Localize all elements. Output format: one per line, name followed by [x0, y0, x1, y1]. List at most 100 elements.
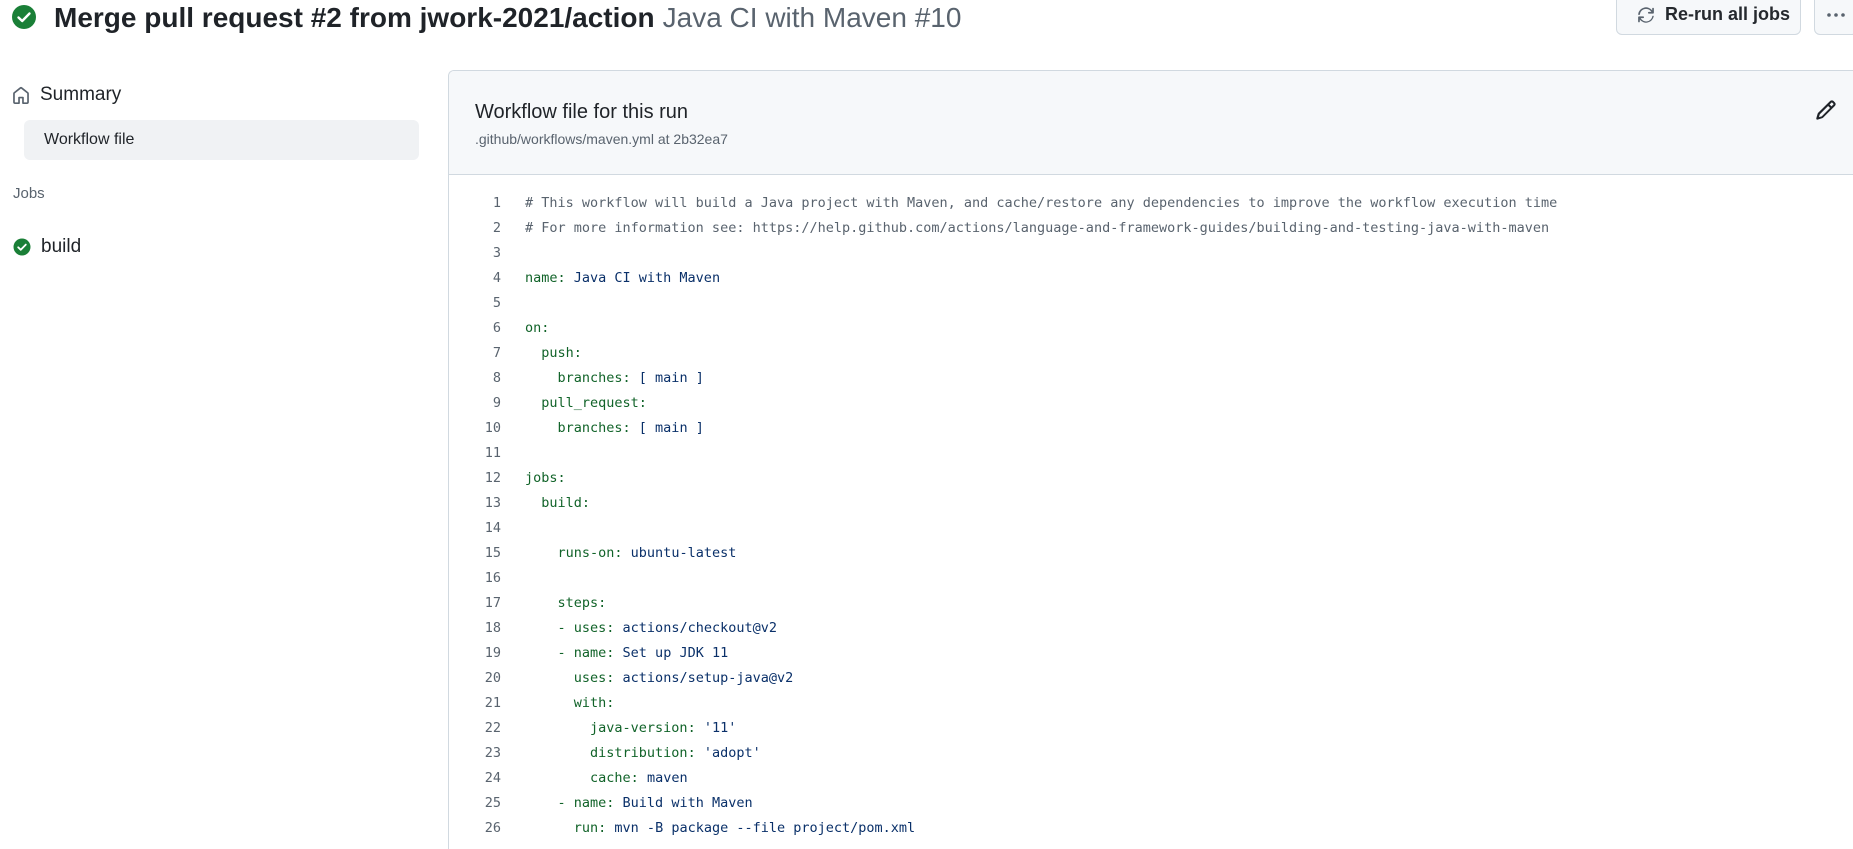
code-key: distribution:	[590, 745, 696, 761]
workflow-file-path: .github/workflows/maven.yml at 2b32ea7	[475, 131, 728, 147]
line-number: 20	[484, 670, 501, 686]
code-value: [ main ]	[630, 370, 704, 386]
line-number: 4	[492, 270, 501, 286]
code-line: 21 with:	[449, 691, 1853, 716]
kebab-horizontal-icon	[1827, 12, 1845, 17]
code-value: maven	[638, 770, 688, 786]
code-key: name:	[573, 795, 615, 811]
code-line: 1 # This workflow will build a Java proje…	[449, 191, 1853, 216]
line-text	[501, 441, 525, 466]
run-header: Merge pull request #2 from jwork-2021/ac…	[0, 0, 1853, 42]
code-key: jobs:	[525, 470, 566, 486]
code-line: 6 on:	[449, 316, 1853, 341]
sidebar-item-summary-label: Summary	[40, 84, 122, 105]
code-value: ubuntu-latest	[622, 545, 737, 561]
code-line: 13 build:	[449, 491, 1853, 516]
workflow-code: 1 # This workflow will build a Java proje…	[449, 191, 1853, 841]
code-line: 8 branches: [ main ]	[449, 366, 1853, 391]
code-key: pull_request:	[541, 395, 647, 411]
workflow-file-panel: Workflow file for this run .github/workf…	[448, 70, 1853, 849]
code-line: 4 name: Java CI with Maven	[449, 266, 1853, 291]
code-line: 23 distribution: 'adopt'	[449, 741, 1853, 766]
sidebar-item-summary[interactable]: Summary	[12, 84, 121, 106]
line-text: push:	[501, 341, 582, 366]
line-number: 18	[484, 620, 501, 636]
line-number: 14	[484, 520, 501, 536]
jobs-heading: Jobs	[13, 185, 45, 202]
code-comment: # This workflow will build a Java projec…	[525, 195, 1558, 211]
line-number: 22	[484, 720, 501, 736]
code-key: on:	[525, 320, 550, 336]
line-text	[501, 291, 525, 316]
code-line: 19 - name: Set up JDK 11	[449, 641, 1853, 666]
code-comment: # For more information see: https://help…	[525, 220, 1550, 236]
code-value: 'adopt'	[695, 745, 761, 761]
code-line: 11	[449, 441, 1853, 466]
line-number: 26	[484, 820, 501, 836]
code-key: branches:	[557, 370, 631, 386]
line-text: # This workflow will build a Java projec…	[501, 191, 1557, 216]
line-number: 15	[484, 545, 501, 561]
pencil-icon[interactable]	[1815, 99, 1837, 121]
sidebar-item-workflow-file[interactable]: Workflow file	[24, 120, 419, 160]
code-line: 7 push:	[449, 341, 1853, 366]
code-line: 25 - name: Build with Maven	[449, 791, 1853, 816]
line-number: 13	[484, 495, 501, 511]
code-line: 3	[449, 241, 1853, 266]
code-line: 18 - uses: actions/checkout@v2	[449, 616, 1853, 641]
line-text: pull_request:	[501, 391, 647, 416]
code-value: Set up JDK 11	[614, 645, 729, 661]
code-line: 14	[449, 516, 1853, 541]
code-dash: -	[557, 645, 574, 661]
line-text: cache: maven	[501, 766, 688, 791]
line-text: - name: Build with Maven	[501, 791, 753, 816]
panel-title: Workflow file for this run	[475, 101, 689, 123]
code-dash: -	[557, 795, 574, 811]
code-dash: -	[557, 620, 574, 636]
line-number: 17	[484, 595, 501, 611]
code-line: 22 java-version: '11'	[449, 716, 1853, 741]
run-title: Merge pull request #2 from jwork-2021/ac…	[54, 2, 655, 33]
code-key: java-version:	[590, 720, 696, 736]
code-line: 12 jobs:	[449, 466, 1853, 491]
sidebar-item-job-build[interactable]: build	[13, 236, 81, 258]
line-text: build:	[501, 491, 590, 516]
line-text: run: mvn -B package --file project/pom.x…	[501, 816, 915, 841]
line-number: 19	[484, 645, 501, 661]
job-label: build	[41, 236, 82, 257]
line-number: 8	[492, 370, 501, 386]
rerun-all-jobs-button[interactable]: Re-run all jobs	[1616, 0, 1801, 35]
more-options-button[interactable]	[1814, 0, 1853, 35]
line-text: branches: [ main ]	[501, 366, 704, 391]
line-text: jobs:	[501, 466, 566, 491]
line-text: - uses: actions/checkout@v2	[501, 616, 777, 641]
line-text: branches: [ main ]	[501, 416, 704, 441]
line-number: 23	[484, 745, 501, 761]
line-text: with:	[501, 691, 615, 716]
code-key: uses:	[573, 670, 615, 686]
line-number: 16	[484, 570, 501, 586]
line-text: distribution: 'adopt'	[501, 741, 761, 766]
line-number: 1	[492, 195, 501, 211]
line-text: uses: actions/setup-java@v2	[501, 666, 793, 691]
code-line: 10 branches: [ main ]	[449, 416, 1853, 441]
line-number: 9	[492, 395, 501, 411]
line-text	[501, 241, 525, 266]
home-icon	[13, 86, 29, 104]
code-key: run:	[573, 820, 607, 836]
panel-header: Workflow file for this run .github/workf…	[449, 71, 1853, 175]
line-text: steps:	[501, 591, 607, 616]
line-text	[501, 516, 525, 541]
